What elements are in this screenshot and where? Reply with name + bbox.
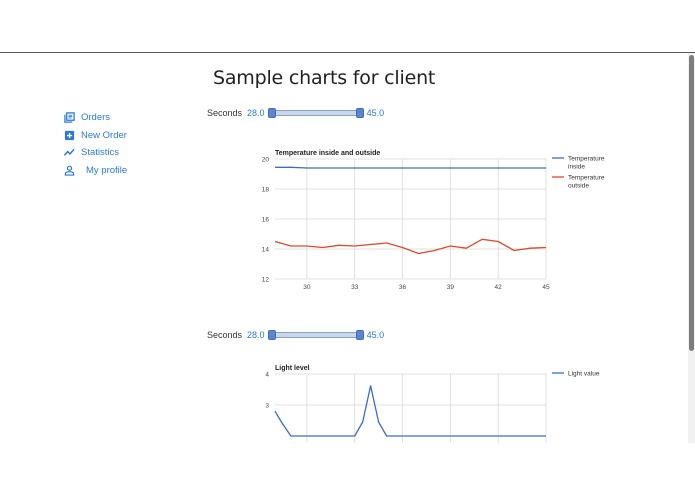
temperature-chart: Temperature inside and outside 12 14 16 18 20…: [262, 150, 605, 291]
legend-label: Temperature: [568, 156, 605, 163]
y-tick-label: 14: [262, 247, 270, 254]
sidebar-item-label: My profile: [86, 164, 128, 176]
x-tick-label: 30: [303, 284, 311, 291]
y-tick-label: 20: [262, 157, 270, 164]
slider-max-handle[interactable]: [355, 330, 364, 340]
x-tick-label: 45: [542, 284, 550, 291]
seconds-range-control: Seconds 28.0 45.0: [207, 329, 384, 341]
seconds-label: Seconds: [207, 108, 243, 118]
chart-title: Temperature inside and outside: [275, 150, 380, 157]
slider-min-handle[interactable]: [267, 330, 276, 340]
y-tick-label: 12: [262, 277, 270, 284]
range-min-value: 28.0: [247, 330, 265, 340]
sidebar-item-label: New Order: [81, 129, 127, 141]
series-line: [275, 166, 546, 169]
series-line: [274, 385, 546, 437]
chart-title: Light level: [275, 365, 310, 372]
seconds-range-slider[interactable]: [267, 107, 364, 119]
legend-label: outside: [568, 183, 589, 190]
scrollbar-thumb[interactable]: [689, 55, 694, 351]
sidebar-item-label: Statistics: [81, 147, 120, 159]
sidebar-item-new-order[interactable]: New Order: [64, 127, 127, 145]
y-tick-label: 18: [262, 187, 270, 194]
sidebar-item-my-profile[interactable]: My profile: [64, 162, 127, 180]
slider-max-handle[interactable]: [355, 108, 364, 118]
x-tick-label: 33: [351, 284, 359, 291]
legend-label: Temperature: [568, 175, 605, 182]
range-min-value: 28.0: [247, 108, 265, 118]
x-tick-label: 39: [447, 284, 455, 291]
slider-track: [269, 110, 362, 116]
sidebar-item-label: Orders: [81, 112, 111, 124]
person-icon: [64, 165, 75, 176]
series-line: [274, 238, 547, 255]
seconds-range-slider[interactable]: [267, 329, 364, 341]
range-max-value: 45.0: [366, 330, 385, 340]
range-max-value: 45.0: [366, 108, 385, 118]
scrollbar[interactable]: [688, 53, 695, 443]
legend-label: inside: [568, 164, 585, 171]
seconds-label: Seconds: [207, 330, 243, 340]
slider-min-handle[interactable]: [267, 108, 276, 118]
orders-icon: [64, 112, 75, 123]
slider-track: [269, 332, 362, 338]
x-tick-label: 36: [399, 284, 407, 291]
seconds-range-control: Seconds 28.0 45.0: [207, 107, 384, 119]
y-tick-label: 3: [265, 403, 269, 410]
trending-icon: [64, 149, 75, 156]
page-title: Sample charts for client: [213, 67, 436, 89]
page-viewport[interactable]: Sample charts for client Orders New Orde…: [0, 52, 695, 443]
y-tick-label: 4: [265, 372, 269, 379]
x-tick-label: 42: [495, 284, 503, 291]
sidebar-item-statistics[interactable]: Statistics: [64, 144, 127, 162]
light-level-chart: Light level 3 4 Light value: [265, 365, 600, 443]
add-box-icon: [64, 130, 75, 140]
legend-label: Light value: [568, 371, 600, 378]
y-tick-label: 16: [262, 217, 270, 224]
sidebar-item-orders[interactable]: Orders: [64, 109, 127, 127]
sidebar-nav: Orders New Order Statistics My profile: [64, 109, 127, 179]
